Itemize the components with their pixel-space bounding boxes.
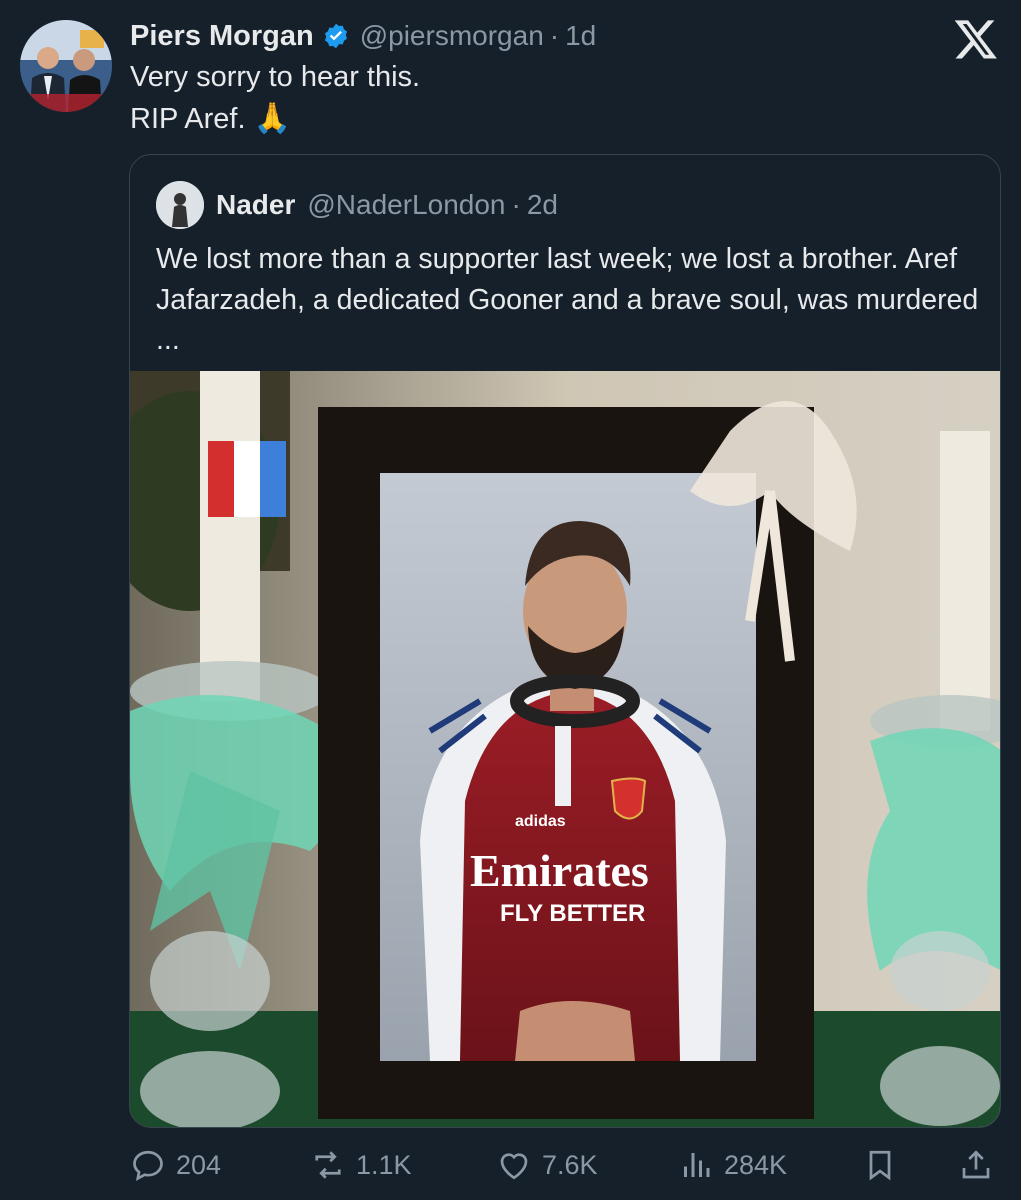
quoted-tweet-text: We lost more than a supporter last week;… bbox=[156, 243, 979, 356]
views-count: 284K bbox=[724, 1149, 788, 1180]
repost-count: 1.1K bbox=[356, 1149, 412, 1180]
tweet-text-line-2-text: RIP Aref. bbox=[130, 103, 246, 135]
reply-count: 204 bbox=[176, 1149, 222, 1180]
views-chart-icon bbox=[684, 1153, 710, 1177]
like-button[interactable]: 7.6K bbox=[496, 1138, 598, 1192]
repost-icon bbox=[315, 1151, 341, 1179]
quoted-tweet[interactable]: Nader @NaderLondon · 2d We lost more tha… bbox=[129, 154, 1001, 1128]
tweet-header: Piers Morgan @piersmorgan · 1d bbox=[130, 16, 596, 56]
heart-icon bbox=[500, 1153, 528, 1180]
shirt-sponsor-line-2: FLY BETTER bbox=[500, 900, 645, 927]
reply-icon bbox=[133, 1150, 163, 1182]
timestamp[interactable]: 1d bbox=[565, 20, 596, 52]
bookmark-button[interactable] bbox=[862, 1138, 898, 1192]
author-name[interactable]: Piers Morgan bbox=[130, 20, 314, 53]
separator-dot: · bbox=[549, 20, 560, 51]
quoted-tweet-header: Nader @NaderLondon · 2d bbox=[156, 181, 558, 229]
author-handle[interactable]: @piersmorgan bbox=[360, 20, 544, 52]
tweet-text: Very sorry to hear this. RIP Aref. 🙏 bbox=[130, 56, 420, 140]
repost-button[interactable]: 1.1K bbox=[310, 1138, 412, 1192]
shirt-brand-text: adidas bbox=[515, 813, 566, 830]
praying-hands-emoji: 🙏 bbox=[253, 102, 291, 135]
tweet-text-line-2: RIP Aref. 🙏 bbox=[130, 98, 420, 140]
like-count: 7.6K bbox=[542, 1149, 598, 1180]
quoted-author-handle[interactable]: @NaderLondon bbox=[307, 189, 505, 221]
author-avatar[interactable] bbox=[20, 20, 112, 112]
verified-badge-icon bbox=[324, 23, 347, 49]
share-upload-icon bbox=[962, 1150, 990, 1179]
views-button[interactable]: 284K bbox=[678, 1138, 787, 1192]
quoted-author-name[interactable]: Nader bbox=[216, 189, 295, 221]
action-bar: 204 1.1K 7.6K 284K bbox=[0, 1138, 1021, 1192]
share-button[interactable] bbox=[958, 1138, 994, 1192]
quoted-timestamp[interactable]: 2d bbox=[527, 189, 558, 221]
separator-dot: · bbox=[511, 189, 521, 220]
tweet-text-line-1: Very sorry to hear this. bbox=[130, 61, 421, 93]
reply-button[interactable]: 204 bbox=[130, 1138, 221, 1192]
x-logo-icon bbox=[954, 20, 997, 59]
shirt-sponsor-line-1: Emirates bbox=[470, 845, 649, 896]
bookmark-icon bbox=[869, 1150, 891, 1181]
tweet[interactable]: Piers Morgan @piersmorgan · 1d Very sorr… bbox=[0, 0, 1021, 1200]
quoted-author-avatar[interactable] bbox=[156, 181, 204, 229]
quoted-tweet-image[interactable]: adidas Emirates FLY BETTER bbox=[130, 371, 1001, 1128]
